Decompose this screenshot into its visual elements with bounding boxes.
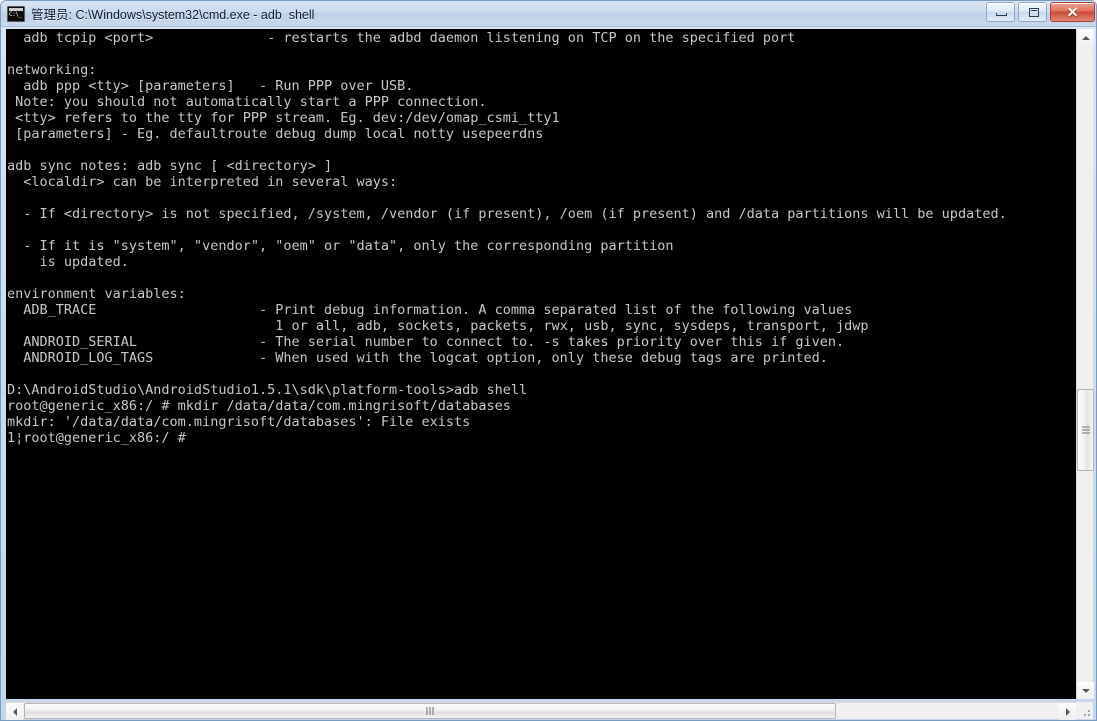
cmd-console-icon: C:\_ [7,5,25,22]
close-icon: ✕ [1066,4,1079,20]
terminal-output[interactable]: adb tcpip <port> - restarts the adbd dae… [6,29,1076,699]
horizontal-scrollbar[interactable] [6,702,1076,720]
terminal-text: adb tcpip <port> - restarts the adbd dae… [7,30,1007,446]
terminal-line: environment variables: [7,286,186,302]
terminal-line: Note: you should not automatically start… [7,94,487,110]
terminal-line: 1 or all, adb, sockets, packets, rwx, us… [7,318,869,334]
horizontal-scrollbar-thumb[interactable] [24,703,836,719]
scrollbar-corner [1076,702,1093,719]
close-button[interactable]: ✕ [1050,2,1095,22]
terminal-line: ANDROID_LOG_TAGS - When used with the lo… [7,350,828,366]
scroll-down-arrow-icon [1081,688,1090,693]
scroll-left-arrow-icon [12,707,17,716]
scrollbar-grip-icon [1081,426,1090,434]
terminal-line: adb ppp <tty> [parameters] - Run PPP ove… [7,78,414,94]
scroll-up-arrow-icon [1081,35,1090,40]
terminal-line: D:\AndroidStudio\AndroidStudio1.5.1\sdk\… [7,382,528,398]
scrollbar-grip-icon [426,707,434,715]
minimize-icon [996,13,1007,16]
terminal-line: <localdir> can be interpreted in several… [7,174,398,190]
terminal-line: networking: [7,62,97,78]
scroll-down-button[interactable] [1077,682,1094,699]
terminal-line: adb tcpip <port> - restarts the adbd dae… [7,30,796,46]
terminal-line: mkdir: '/data/data/com.mingrisoft/databa… [7,414,471,430]
terminal-line: is updated. [7,254,129,270]
terminal-line: - If <directory> is not specified, /syst… [7,206,1007,222]
console-client-area: adb tcpip <port> - restarts the adbd dae… [6,29,1094,720]
window-title: 管理员: C:\Windows\system32\cmd.exe - adb s… [31,8,315,22]
scroll-right-arrow-icon [1065,707,1070,716]
terminal-line: [parameters] - Eg. defaultroute debug du… [7,126,544,142]
scroll-left-button[interactable] [6,703,23,720]
terminal-line: adb sync notes: adb sync [ <directory> ] [7,158,333,174]
maximize-button[interactable] [1018,2,1047,22]
console-window: C:\_ 管理员: C:\Windows\system32\cmd.exe - … [0,0,1097,721]
window-controls: ✕ [986,2,1095,22]
scroll-right-button[interactable] [1059,703,1076,720]
title-bar[interactable]: C:\_ 管理员: C:\Windows\system32\cmd.exe - … [1,1,1096,27]
terminal-line: ANDROID_SERIAL - The serial number to co… [7,334,845,350]
terminal-line: <tty> refers to the tty for PPP stream. … [7,110,560,126]
scroll-up-button[interactable] [1077,29,1094,46]
terminal-line: root@generic_x86:/ # mkdir /data/data/co… [7,398,511,414]
terminal-line: ADB_TRACE - Print debug information. A c… [7,302,853,318]
resize-grip-icon[interactable] [1081,707,1091,717]
cmd-console-icon-label: C:\_ [9,10,22,18]
minimize-button[interactable] [986,2,1015,22]
terminal-line: - If it is "system", "vendor", "oem" or … [7,238,674,254]
vertical-scrollbar[interactable] [1076,29,1094,699]
terminal-line: 1¦root@generic_x86:/ # [7,430,186,446]
maximize-icon [1029,8,1039,17]
vertical-scrollbar-thumb[interactable] [1077,389,1094,471]
